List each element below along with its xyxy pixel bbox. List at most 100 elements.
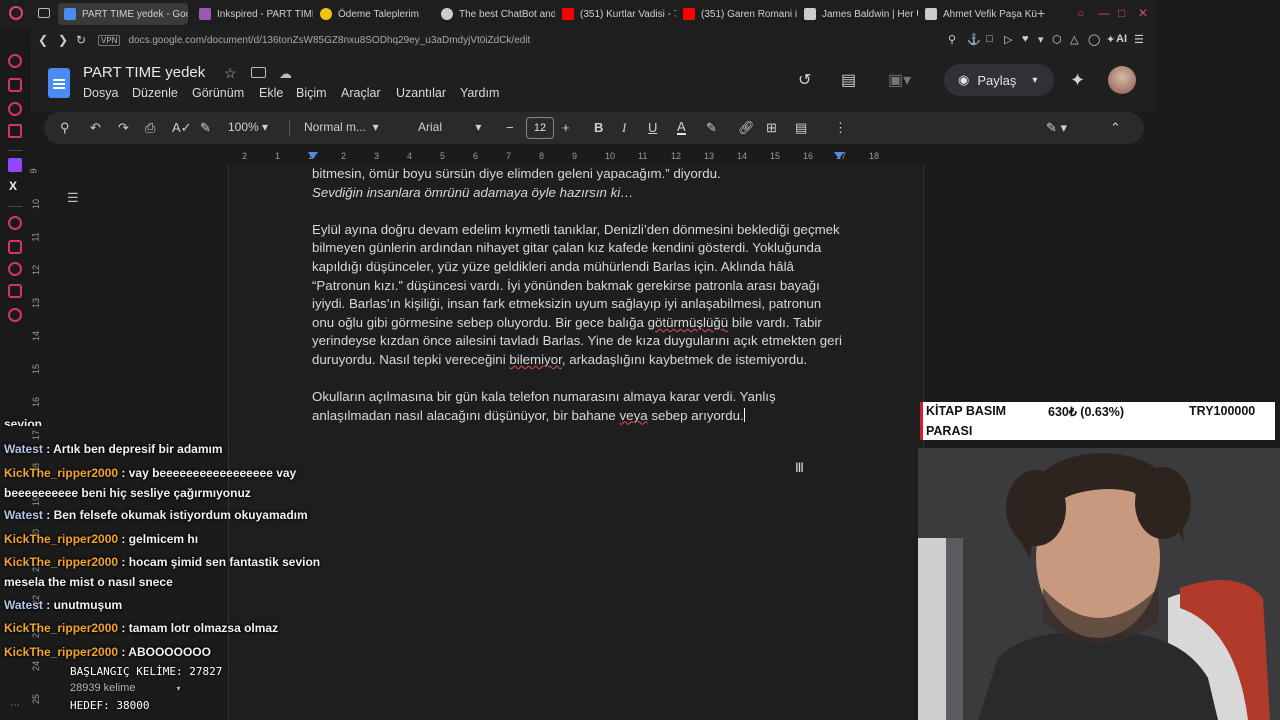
new-tab-plus-icon[interactable]: + [1037,5,1045,21]
insert-link-icon[interactable]: 🔗︎ [738,120,755,136]
menu-file[interactable]: Dosya [83,86,118,100]
spelling-error[interactable]: veya [620,408,648,423]
document-body[interactable]: bitmesin, ömür boyu sürsün diye elimden … [312,165,842,444]
collapse-menus-chevron-icon[interactable]: ⌃ [1110,120,1121,136]
screenshot-icon[interactable]: □ [986,33,993,45]
undo-icon[interactable]: ↶ [90,120,101,136]
messenger-icon[interactable] [8,102,22,116]
x-twitter-icon[interactable]: X [9,179,17,193]
underline-icon[interactable]: U [648,120,657,135]
tab-docs[interactable]: PART TIME yedek - Google [58,3,188,25]
history-icon[interactable] [8,54,22,68]
dropdown-icon[interactable]: ▾ [1038,33,1044,46]
close-window-icon[interactable]: ✕ [1138,6,1148,20]
menu-tools[interactable]: Araçlar [341,86,381,100]
move-folder-icon[interactable] [251,67,266,78]
share-dropdown-chevron-icon[interactable]: ▾ [1032,75,1037,86]
spelling-error[interactable]: bilemiyor [509,352,561,367]
box-icon[interactable] [8,284,22,298]
forward-arrow-icon[interactable]: ❯ [58,33,68,47]
aria-icon[interactable] [8,78,22,92]
horizontal-ruler[interactable]: 2 1 1 2 3 4 5 6 7 8 9 10 11 12 13 14 15 16 17 18 [228,148,924,164]
menu-help[interactable]: Yardım [460,86,499,100]
bold-icon[interactable]: B [594,120,603,135]
tab-youtube-2[interactable]: (351) Garen Romani in [677,3,797,25]
extensions-icon[interactable]: ⬡ [1052,33,1062,46]
tab-youtube-1[interactable]: (351) Kurtlar Vadisi - 7 [556,3,676,25]
more-options-icon[interactable]: ⋮ [834,120,847,136]
highlight-color-icon[interactable]: ✎ [706,120,717,136]
increase-font-size-icon[interactable]: + [562,120,570,135]
vertical-ruler-tick: 14 [31,330,42,342]
current-word-count[interactable]: 28939 kelime ▾ [70,680,222,697]
tab-overview-icon[interactable] [38,8,50,18]
tab-ahmet-vefik[interactable]: Ahmet Vefik Paşa Kütü [919,3,1037,25]
tab-odeme[interactable]: Ödeme Taleplerim [314,3,434,25]
decrease-font-size-icon[interactable]: − [506,120,514,135]
search-tabs-icon[interactable]: ○ [1077,6,1084,20]
account-avatar[interactable] [1108,66,1136,94]
version-history-icon[interactable]: ↺ [798,70,811,90]
pin-page-icon[interactable]: ⚓ [967,33,981,46]
font-select[interactable]: Arial ▾ [418,120,481,134]
maximize-icon[interactable]: □ [1118,6,1125,20]
ruler-tick: 9 [572,151,578,161]
gemini-sparkle-icon[interactable]: ✦ [1070,70,1085,91]
vpn-badge[interactable]: VPN [98,34,121,46]
zoom-select[interactable]: 100% ▾ [228,120,268,134]
url-text[interactable]: docs.google.com/document/d/136tonZsW85GZ… [128,35,530,46]
comments-icon[interactable]: ▤ [841,70,856,90]
tab-james-baldwin[interactable]: James Baldwin | Her U [798,3,918,25]
document-title[interactable]: PART TIME yedek [83,64,205,81]
wallet-icon[interactable]: ◯ [1088,33,1100,46]
menu-format[interactable]: Biçim [296,86,327,100]
left-indent-marker[interactable] [308,152,318,159]
editing-mode-pencil-icon[interactable]: ✎ ▾ [1046,120,1067,136]
player-icon[interactable] [8,216,22,230]
google-docs-logo-icon[interactable] [48,68,70,98]
twitch-icon[interactable] [8,158,22,172]
right-indent-marker[interactable] [834,152,844,159]
spelling-error[interactable]: götürmüşlüğü [648,315,729,330]
ai-label[interactable]: AI [1116,33,1127,45]
print-icon[interactable]: ⎙ [145,120,155,136]
search-menus-icon[interactable]: ⚲ [60,120,70,136]
heart-icon[interactable]: ♥ [1022,33,1029,45]
meet-video-icon[interactable]: ▣▾ [888,70,911,90]
more-dots-icon[interactable]: ⋯ [10,700,20,711]
menu-view[interactable]: Görünüm [192,86,244,100]
easy-setup-icon[interactable]: △ [1070,33,1078,46]
play-icon[interactable]: ▷ [1004,33,1012,46]
sparkle-ai-icon[interactable]: ✦ [1106,33,1115,46]
spellcheck-icon[interactable]: A✓ [172,120,192,136]
document-outline-icon[interactable]: ☰ [67,190,79,206]
url-field[interactable]: VPN docs.google.com/document/d/136tonZsW… [98,32,928,48]
document-page[interactable]: bitmesin, ömür boyu sürsün diye elimden … [228,165,924,720]
settings-gear-icon[interactable] [8,308,22,322]
add-comment-icon[interactable]: ⊞ [766,120,777,136]
cloud-status-icon[interactable]: ☁ [279,66,292,82]
opera-logo-icon[interactable] [9,6,23,20]
paint-format-icon[interactable]: ✎ [200,120,211,136]
share-button[interactable]: ◉ Paylaş ▾ [944,64,1054,96]
back-arrow-icon[interactable]: ❮ [38,33,48,47]
insert-image-icon[interactable]: ▤ [795,120,807,136]
pin-icon[interactable] [8,240,22,254]
minimize-icon[interactable]: — [1098,6,1110,20]
mail-icon[interactable] [8,124,22,138]
text-color-icon[interactable]: A [677,120,686,135]
clock-icon[interactable] [8,262,22,276]
menu-extensions[interactable]: Uzantılar [396,86,446,100]
reload-icon[interactable]: ↻ [76,33,86,47]
tab-chatbot[interactable]: The best ChatBot and [435,3,555,25]
menu-edit[interactable]: Düzenle [132,86,178,100]
tab-inkspired[interactable]: Inkspired - PART TIME [193,3,313,25]
paragraph-style-select[interactable]: Normal m... ▾ [304,120,379,134]
menu-insert[interactable]: Ekle [259,86,283,100]
font-size-input[interactable]: 12 [526,117,554,139]
italic-icon[interactable]: I [622,120,626,136]
zoom-icon[interactable]: ⚲ [948,33,956,46]
redo-icon[interactable]: ↷ [118,120,129,136]
menu-icon[interactable]: ☰ [1134,33,1144,46]
star-icon[interactable]: ☆ [224,65,237,82]
